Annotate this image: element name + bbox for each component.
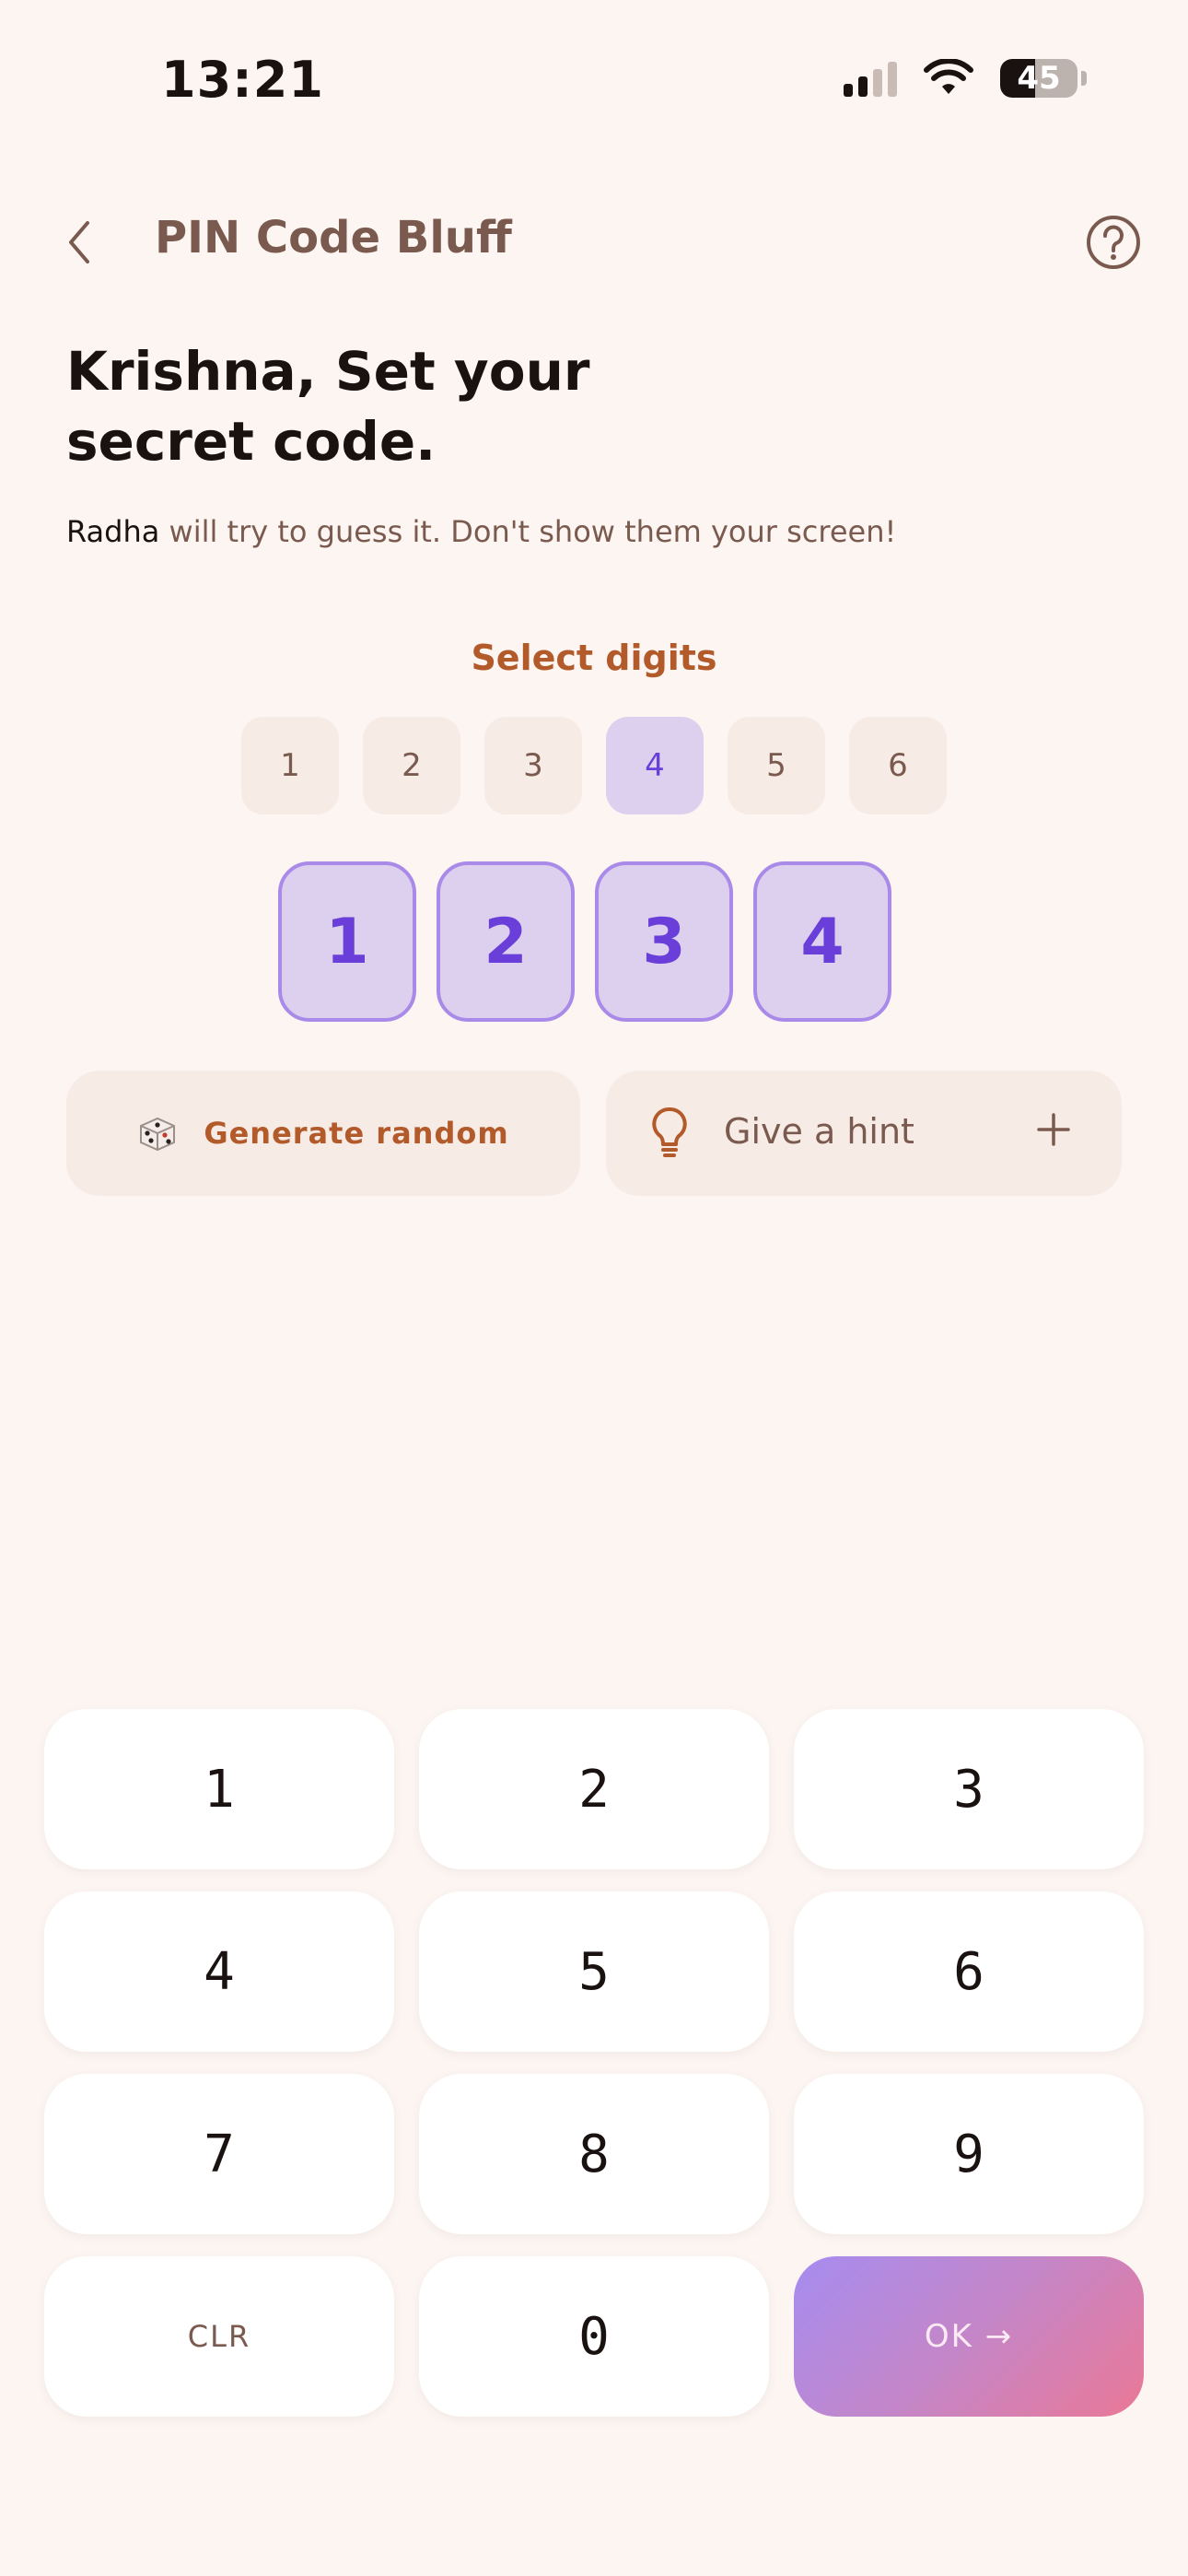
- pin-digit-box[interactable]: 3: [595, 861, 733, 1022]
- page-title: PIN Code Bluff: [155, 212, 512, 263]
- battery-icon: 45: [1000, 59, 1077, 98]
- key-1[interactable]: 1: [44, 1709, 394, 1869]
- select-digits-label: Select digits: [471, 638, 717, 678]
- give-hint-button[interactable]: Give a hint: [606, 1071, 1122, 1196]
- generate-random-label: Generate random: [204, 1116, 509, 1151]
- headline: Krishna, Set your secret code.: [66, 336, 711, 476]
- battery-cap: [1081, 71, 1087, 86]
- instruction-text: Radha will try to guess it. Don't show t…: [66, 514, 896, 549]
- number-keypad: 1 2 3 4 5 6 7 8 9 CLR 0 OK →: [44, 1709, 1144, 2417]
- instruction-rest: will try to guess it. Don't show them yo…: [159, 514, 897, 549]
- key-6[interactable]: 6: [794, 1891, 1144, 2052]
- wifi-icon: [924, 59, 973, 94]
- key-8[interactable]: 8: [419, 2074, 769, 2234]
- back-button[interactable]: [55, 210, 103, 275]
- key-5[interactable]: 5: [419, 1891, 769, 2052]
- clear-button[interactable]: CLR: [44, 2256, 394, 2417]
- digit-option-5[interactable]: 5: [728, 717, 825, 814]
- ok-button[interactable]: OK →: [794, 2256, 1144, 2417]
- key-3[interactable]: 3: [794, 1709, 1144, 1869]
- key-0[interactable]: 0: [419, 2256, 769, 2417]
- digit-option-3[interactable]: 3: [484, 717, 582, 814]
- dice-icon: [140, 1117, 176, 1152]
- chevron-left-icon: [69, 221, 89, 263]
- status-time: 13:21: [161, 51, 324, 109]
- pin-digit-box[interactable]: 4: [753, 861, 891, 1022]
- pin-digit-box[interactable]: 2: [437, 861, 575, 1022]
- headline-line-1: Krishna, Set your: [66, 340, 590, 403]
- plus-icon: [1037, 1113, 1070, 1146]
- pin-display: 1 2 3 4: [278, 861, 891, 1022]
- signal-icon: [844, 60, 897, 97]
- digit-option-1[interactable]: 1: [241, 717, 339, 814]
- question-circle-icon: [1087, 216, 1140, 269]
- opponent-name: Radha: [66, 514, 160, 549]
- battery-percent: 45: [1017, 60, 1061, 97]
- digit-option-2[interactable]: 2: [363, 717, 460, 814]
- key-2[interactable]: 2: [419, 1709, 769, 1869]
- status-icons: 45: [844, 55, 1087, 101]
- pin-digit-box[interactable]: 1: [278, 861, 416, 1022]
- key-9[interactable]: 9: [794, 2074, 1144, 2234]
- headline-line-2: secret code.: [66, 410, 437, 473]
- key-4[interactable]: 4: [44, 1891, 394, 2052]
- pin-setup-screen: 13:21 45 PIN Code Bluff Krishna, Set you…: [0, 0, 1188, 2576]
- digit-option-6[interactable]: 6: [849, 717, 947, 814]
- digit-count-selector: 1 2 3 4 5 6: [241, 717, 947, 814]
- lightbulb-icon: [652, 1107, 687, 1157]
- give-hint-label: Give a hint: [724, 1111, 914, 1152]
- help-button[interactable]: [1085, 214, 1142, 271]
- key-7[interactable]: 7: [44, 2074, 394, 2234]
- generate-random-button[interactable]: Generate random: [66, 1071, 580, 1196]
- digit-option-4[interactable]: 4: [606, 717, 704, 814]
